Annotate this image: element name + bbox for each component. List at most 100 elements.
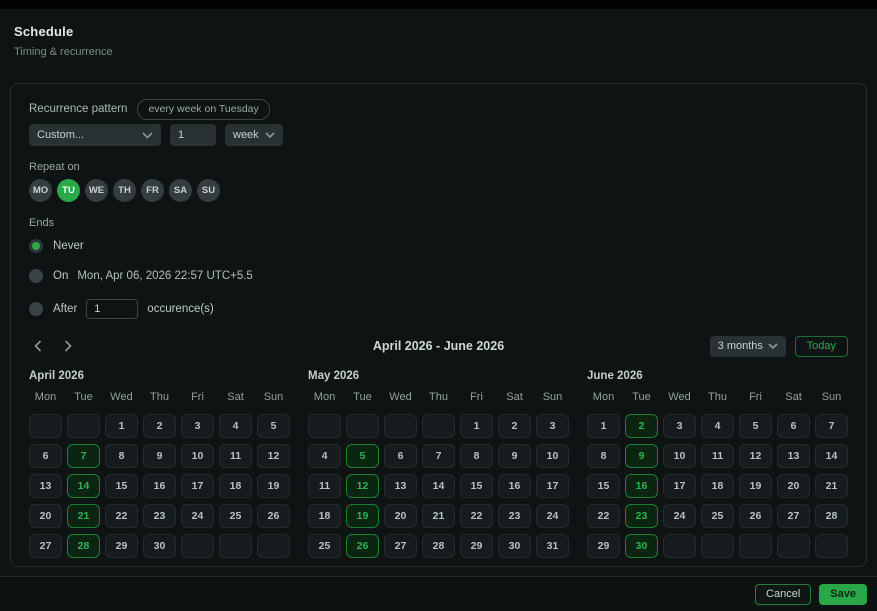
day-cell[interactable]: 29 [460, 534, 493, 558]
day-cell[interactable]: 6 [777, 414, 810, 438]
ends-radio-never[interactable] [29, 239, 43, 253]
frequency-select[interactable]: Custom... [29, 124, 161, 146]
day-cell[interactable]: 9 [498, 444, 531, 468]
day-cell[interactable]: 4 [219, 414, 252, 438]
day-cell[interactable]: 13 [29, 474, 62, 498]
day-cell[interactable]: 7 [67, 444, 100, 468]
day-cell[interactable]: 1 [460, 414, 493, 438]
range-select[interactable]: 3 months [710, 336, 786, 357]
day-cell[interactable]: 21 [815, 474, 848, 498]
day-cell[interactable]: 28 [67, 534, 100, 558]
day-pill-fr[interactable]: FR [141, 179, 164, 202]
day-cell[interactable]: 2 [143, 414, 176, 438]
occurrences-input[interactable]: 1 [86, 299, 138, 319]
day-cell[interactable]: 22 [460, 504, 493, 528]
next-month-button[interactable] [59, 337, 77, 355]
day-cell[interactable]: 15 [587, 474, 620, 498]
day-cell[interactable]: 18 [701, 474, 734, 498]
day-cell[interactable]: 21 [422, 504, 455, 528]
day-cell[interactable]: 27 [384, 534, 417, 558]
day-cell[interactable]: 22 [587, 504, 620, 528]
day-cell[interactable]: 26 [739, 504, 772, 528]
day-pill-mo[interactable]: MO [29, 179, 52, 202]
prev-month-button[interactable] [29, 337, 47, 355]
day-pill-sa[interactable]: SA [169, 179, 192, 202]
day-cell[interactable]: 21 [67, 504, 100, 528]
day-pill-we[interactable]: WE [85, 179, 108, 202]
day-cell[interactable]: 22 [105, 504, 138, 528]
day-cell[interactable]: 30 [143, 534, 176, 558]
day-cell[interactable]: 11 [219, 444, 252, 468]
day-cell[interactable]: 6 [29, 444, 62, 468]
day-cell[interactable]: 24 [536, 504, 569, 528]
day-cell[interactable]: 14 [422, 474, 455, 498]
day-cell[interactable]: 11 [308, 474, 341, 498]
day-pill-th[interactable]: TH [113, 179, 136, 202]
day-cell[interactable]: 3 [663, 414, 696, 438]
day-cell[interactable]: 12 [739, 444, 772, 468]
interval-input[interactable]: 1 [170, 124, 216, 146]
day-cell[interactable]: 12 [346, 474, 379, 498]
day-cell[interactable]: 25 [219, 504, 252, 528]
day-cell[interactable]: 8 [105, 444, 138, 468]
day-cell[interactable]: 24 [181, 504, 214, 528]
day-cell[interactable]: 12 [257, 444, 290, 468]
day-cell[interactable]: 15 [460, 474, 493, 498]
day-cell[interactable]: 3 [536, 414, 569, 438]
day-cell[interactable]: 26 [346, 534, 379, 558]
day-cell[interactable]: 28 [815, 504, 848, 528]
day-cell[interactable]: 17 [536, 474, 569, 498]
day-cell[interactable]: 3 [181, 414, 214, 438]
day-cell[interactable]: 18 [219, 474, 252, 498]
day-cell[interactable]: 11 [701, 444, 734, 468]
day-cell[interactable]: 19 [257, 474, 290, 498]
day-cell[interactable]: 28 [422, 534, 455, 558]
today-button[interactable]: Today [795, 336, 848, 357]
day-cell[interactable]: 17 [181, 474, 214, 498]
day-cell[interactable]: 27 [29, 534, 62, 558]
day-cell[interactable]: 10 [663, 444, 696, 468]
day-cell[interactable]: 5 [346, 444, 379, 468]
day-cell[interactable]: 4 [308, 444, 341, 468]
day-cell[interactable]: 5 [739, 414, 772, 438]
day-cell[interactable]: 16 [625, 474, 658, 498]
day-cell[interactable]: 25 [308, 534, 341, 558]
ends-radio-on[interactable] [29, 269, 43, 283]
day-cell[interactable]: 29 [587, 534, 620, 558]
day-cell[interactable]: 18 [308, 504, 341, 528]
day-cell[interactable]: 8 [587, 444, 620, 468]
day-cell[interactable]: 24 [663, 504, 696, 528]
day-cell[interactable]: 14 [67, 474, 100, 498]
day-cell[interactable]: 15 [105, 474, 138, 498]
unit-select[interactable]: week [225, 124, 283, 146]
day-cell[interactable]: 23 [143, 504, 176, 528]
day-cell[interactable]: 20 [384, 504, 417, 528]
day-cell[interactable]: 2 [625, 414, 658, 438]
day-cell[interactable]: 17 [663, 474, 696, 498]
day-cell[interactable]: 13 [384, 474, 417, 498]
day-cell[interactable]: 23 [498, 504, 531, 528]
day-cell[interactable]: 20 [29, 504, 62, 528]
day-cell[interactable]: 7 [422, 444, 455, 468]
day-cell[interactable]: 1 [587, 414, 620, 438]
day-cell[interactable]: 31 [536, 534, 569, 558]
day-cell[interactable]: 14 [815, 444, 848, 468]
day-cell[interactable]: 30 [498, 534, 531, 558]
day-cell[interactable]: 30 [625, 534, 658, 558]
day-cell[interactable]: 1 [105, 414, 138, 438]
day-pill-su[interactable]: SU [197, 179, 220, 202]
day-cell[interactable]: 29 [105, 534, 138, 558]
cancel-button[interactable]: Cancel [755, 584, 811, 605]
day-cell[interactable]: 7 [815, 414, 848, 438]
day-cell[interactable]: 26 [257, 504, 290, 528]
day-cell[interactable]: 19 [346, 504, 379, 528]
day-cell[interactable]: 16 [143, 474, 176, 498]
day-cell[interactable]: 13 [777, 444, 810, 468]
ends-radio-after[interactable] [29, 302, 43, 316]
day-cell[interactable]: 19 [739, 474, 772, 498]
day-cell[interactable]: 8 [460, 444, 493, 468]
day-cell[interactable]: 9 [625, 444, 658, 468]
day-cell[interactable]: 25 [701, 504, 734, 528]
day-cell[interactable]: 23 [625, 504, 658, 528]
day-cell[interactable]: 16 [498, 474, 531, 498]
